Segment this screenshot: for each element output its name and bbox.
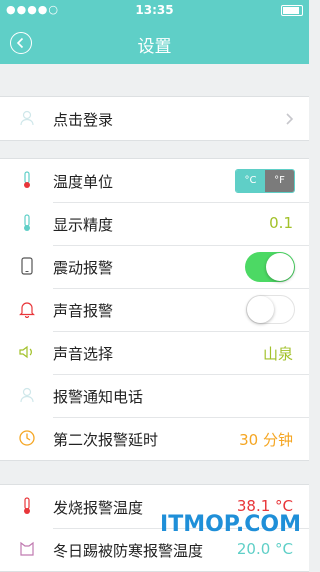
sound-selection-value: 山泉 [262, 345, 293, 363]
settings-group: 温度单位 °C °F 显示精度 0.1 震动报警 声音报警 声音选择 山泉 报警… [0, 158, 309, 461]
account-group: 点击登录 [0, 96, 309, 141]
display-precision-value: 0.1 [269, 214, 293, 232]
second-alarm-delay-row[interactable]: 第二次报警延时 30 分钟 [0, 417, 309, 460]
unit-celsius-option[interactable]: °C [236, 170, 265, 192]
unit-fahrenheit-option[interactable]: °F [265, 170, 294, 192]
user-icon [20, 387, 34, 403]
status-bar: ●●●●○ 13:35 [0, 0, 309, 20]
temperature-unit-row: 温度单位 °C °F [0, 159, 309, 202]
thermometer-icon [24, 171, 30, 188]
nav-bar: ●●●●○ 13:35 设置 [0, 0, 309, 64]
second-alarm-delay-value: 30 分钟 [239, 431, 293, 449]
temperature-unit-label: 温度单位 [53, 173, 114, 191]
unit-toggle[interactable]: °C °F [235, 169, 295, 193]
speaker-icon [19, 345, 32, 359]
sound-alarm-label: 声音报警 [53, 302, 114, 320]
clock-icon [19, 430, 35, 446]
phone-icon [21, 257, 33, 275]
user-icon [20, 110, 34, 126]
alarm-phone-label: 报警通知电话 [53, 388, 144, 406]
cold-alarm-value: 20.0 °C [236, 540, 293, 558]
login-label: 点击登录 [53, 111, 114, 129]
chevron-right-icon [286, 113, 294, 125]
watermark: ITMOP.COM [160, 512, 301, 537]
page-title: 设置 [137, 37, 172, 57]
thermometer-icon [24, 497, 30, 514]
sound-selection-label: 声音选择 [53, 345, 114, 363]
thermometer-icon [24, 214, 30, 231]
blanket-icon [20, 541, 34, 556]
second-alarm-delay-label: 第二次报警延时 [53, 431, 159, 449]
sound-selection-row[interactable]: 声音选择 山泉 [0, 331, 309, 374]
sound-alarm-switch[interactable] [246, 295, 295, 324]
fever-alarm-label: 发烧报警温度 [53, 499, 144, 517]
vibration-alarm-row: 震动报警 [0, 245, 309, 288]
display-precision-label: 显示精度 [53, 216, 114, 234]
bell-icon [19, 302, 35, 318]
cold-alarm-label: 冬日踢被防寒报警温度 [53, 542, 204, 560]
alarm-phone-row[interactable]: 报警通知电话 [0, 374, 309, 417]
login-row[interactable]: 点击登录 [0, 97, 309, 140]
vibration-alarm-switch[interactable] [245, 252, 295, 282]
battery-icon [281, 3, 303, 16]
status-time: 13:35 [135, 3, 174, 17]
vibration-alarm-label: 震动报警 [53, 259, 114, 277]
sound-alarm-row: 声音报警 [0, 288, 309, 331]
display-precision-row[interactable]: 显示精度 0.1 [0, 202, 309, 245]
